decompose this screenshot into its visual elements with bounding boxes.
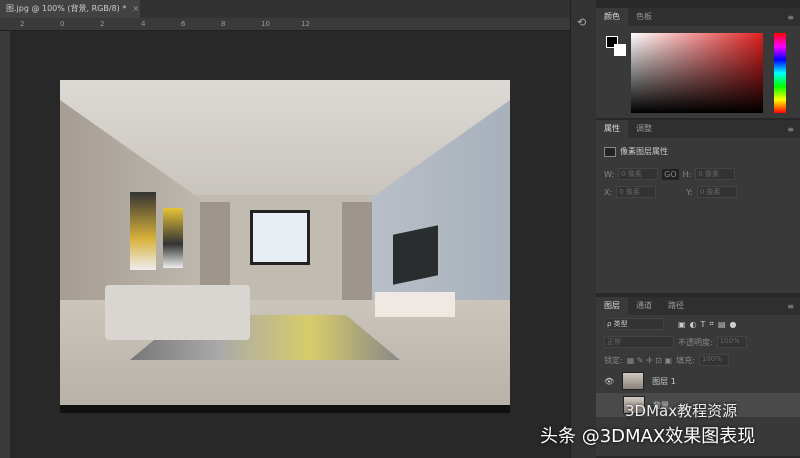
filter-shape-icon[interactable]: ⌗	[709, 319, 714, 329]
fill-label: 填充:	[676, 355, 695, 365]
layer-thumbnail	[622, 372, 645, 390]
panel-icon-column: ⟲	[570, 0, 596, 458]
filter-smart-icon[interactable]: ▤	[718, 320, 726, 329]
tab-swatches[interactable]: 色板	[628, 8, 660, 26]
x-field[interactable]: 0 像素	[616, 186, 657, 198]
fill-field[interactable]: 100%	[698, 354, 729, 366]
y-field[interactable]: 0 像素	[696, 186, 737, 198]
document-title: 图.jpg @ 100% (背景, RGB/8) *	[6, 4, 127, 13]
tab-properties[interactable]: 属性	[596, 120, 628, 138]
blend-mode-select[interactable]: 正常	[604, 336, 674, 348]
h-label: H:	[682, 169, 692, 179]
tv-cabinet	[375, 292, 455, 317]
document-tab-bar: 图.jpg @ 100% (背景, RGB/8) * ×	[0, 0, 570, 18]
properties-title: 像素图层属性	[620, 147, 668, 156]
color-panel: 颜色 色板 ≡	[596, 8, 800, 120]
watermark-toutiao: 头条 @3DMAX效果图表现	[540, 426, 756, 447]
wall-art	[163, 208, 183, 268]
image-bottom-band	[60, 405, 510, 413]
layer-name: 图层 1	[652, 376, 676, 386]
wall-art	[130, 192, 156, 270]
color-picker-field[interactable]	[631, 33, 763, 113]
eye-icon[interactable]: 👁	[604, 377, 614, 386]
x-label: X:	[604, 187, 613, 197]
document-tab[interactable]: 图.jpg @ 100% (背景, RGB/8) * ×	[0, 0, 140, 18]
watermark-wechat: 3DMax教程资源	[625, 402, 738, 420]
tab-layers[interactable]: 图层	[596, 297, 628, 315]
lock-icons[interactable]: ▦ ✎ ✛ ⊡ ▣	[627, 356, 672, 365]
ruler-tick: 6	[181, 20, 186, 28]
opacity-label: 不透明度:	[678, 337, 713, 347]
tab-paths[interactable]: 路径	[660, 297, 692, 315]
tv	[393, 225, 438, 285]
background-color-swatch[interactable]	[614, 44, 626, 56]
hue-slider[interactable]	[774, 33, 786, 113]
w-label: W:	[604, 169, 615, 179]
lock-label: 锁定:	[604, 355, 623, 365]
filter-pixel-icon[interactable]: ▣	[678, 320, 686, 329]
link-icon[interactable]: GO	[662, 168, 679, 180]
tab-color[interactable]: 颜色	[596, 8, 628, 26]
ruler-tick: 10	[261, 20, 270, 28]
document-image[interactable]	[60, 80, 510, 413]
ruler-tick: 2	[100, 20, 105, 28]
curtain	[342, 202, 372, 300]
vertical-ruler[interactable]	[0, 31, 10, 458]
panel-menu-icon[interactable]: ≡	[787, 125, 800, 134]
properties-panel: 属性 调整 ≡ 像素图层属性 W: 0 像素 GO H: 0 像素 X: 0 像素 Y: 0 像素	[596, 120, 800, 295]
ruler-tick: 12	[301, 20, 310, 28]
tab-channels[interactable]: 通道	[628, 297, 660, 315]
close-tab-icon[interactable]: ×	[132, 4, 139, 13]
horizontal-ruler[interactable]: 2 0 2 4 6 8 10 12	[0, 18, 570, 31]
filter-toggle-icon[interactable]: ●	[730, 320, 737, 329]
panel-menu-icon[interactable]: ≡	[787, 13, 800, 22]
filter-type-icon[interactable]: T	[701, 320, 706, 329]
width-field[interactable]: 0 像素	[618, 168, 659, 180]
pixel-layer-icon	[604, 146, 616, 157]
layer-row[interactable]: 👁 图层 1	[596, 369, 800, 393]
ruler-tick: 2	[20, 20, 25, 28]
sofa	[105, 285, 250, 340]
window	[250, 210, 310, 265]
opacity-field[interactable]: 100%	[716, 336, 747, 348]
ruler-tick: 0	[60, 20, 65, 28]
tab-adjustments[interactable]: 调整	[628, 120, 660, 138]
ruler-tick: 8	[221, 20, 226, 28]
ruler-tick: 4	[141, 20, 146, 28]
filter-adjustment-icon[interactable]: ◐	[690, 320, 697, 329]
history-icon[interactable]: ⟲	[577, 16, 590, 29]
layer-filter-select[interactable]: ρ 类型	[604, 318, 664, 330]
height-field[interactable]: 0 像素	[695, 168, 736, 180]
y-label: Y:	[686, 187, 693, 197]
panel-menu-icon[interactable]: ≡	[787, 302, 800, 311]
